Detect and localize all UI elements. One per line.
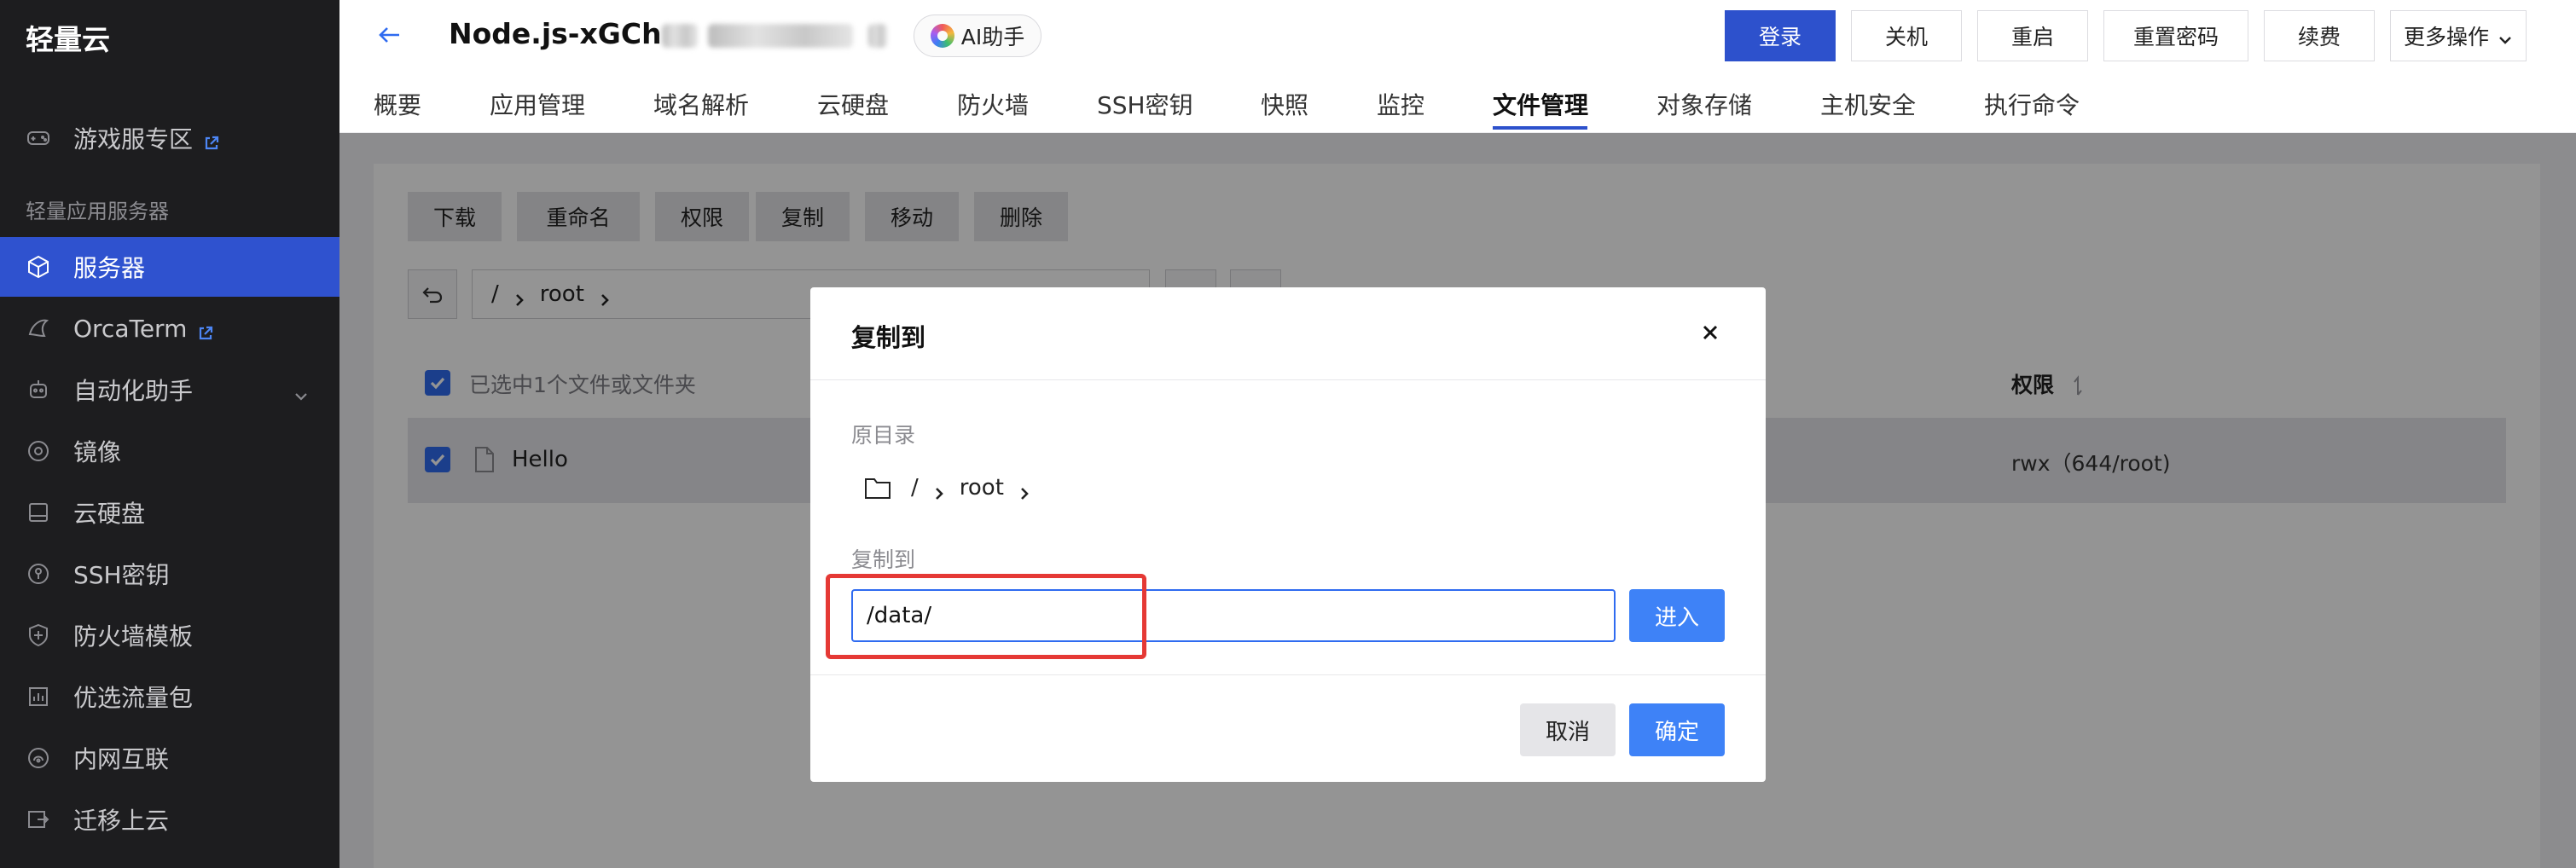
tab-object-storage[interactable]: 对象存储 [1656,87,1752,121]
sidebar-item-intranet[interactable]: 内网互联 [0,728,339,788]
tab-host-security[interactable]: 主机安全 [1820,87,1916,121]
sidebar-item-label: 服务器 [73,254,146,282]
sidebar-item-game-zone[interactable]: 游戏服专区 [0,108,339,168]
chevron-down-icon [2498,28,2513,44]
external-link-icon [203,130,220,150]
gamepad-icon [26,125,51,151]
tab-dns[interactable]: 域名解析 [653,87,749,121]
sidebar-item-traffic-pack[interactable]: 优选流量包 [0,667,339,726]
tab-ssh-key[interactable]: SSH密钥 [1097,87,1193,121]
cube-icon [26,254,51,280]
chevron-right-icon [932,481,946,500]
shutdown-button[interactable]: 关机 [1851,10,1962,61]
sidebar-group-label: 轻量应用服务器 [26,200,169,223]
ai-assistant-label: AI助手 [960,25,1025,49]
tab-monitor[interactable]: 监控 [1377,87,1424,121]
divider [810,674,1766,675]
sidebar-item-label: SSH密钥 [73,561,170,589]
orca-icon [26,315,51,341]
blurred-text [662,24,698,48]
tab-snapshot[interactable]: 快照 [1261,87,1308,121]
app-logo: 轻量云 [26,23,110,56]
sidebar-item-label: 云硬盘 [73,500,146,528]
sidebar-item-ssh-key[interactable]: SSH密钥 [0,544,339,604]
sidebar-item-label: 优选流量包 [73,684,194,712]
back-arrow-icon[interactable] [375,20,404,49]
page-title: Node.js-xGCh [449,17,662,50]
disc-icon [26,438,51,464]
dialog-title: 复制到 [851,323,926,352]
restart-button[interactable]: 重启 [1977,10,2088,61]
sidebar: 轻量云 游戏服专区 轻量应用服务器 服务器 OrcaTerm 自动化助手 镜像 … [0,0,339,868]
sidebar-item-label: 防火墙模板 [73,622,194,651]
tab-bar: 概要 应用管理 域名解析 云硬盘 防火墙 SSH密钥 快照 监控 文件管理 对象… [339,82,2576,133]
key-icon [26,561,51,587]
confirm-button[interactable]: 确定 [1629,703,1725,756]
close-icon[interactable] [1699,321,1721,344]
cancel-button[interactable]: 取消 [1520,703,1616,756]
sidebar-item-image[interactable]: 镜像 [0,421,339,481]
sidebar-item-label: 镜像 [73,438,122,466]
chevron-right-icon [1018,481,1031,500]
tab-cloud-disk[interactable]: 云硬盘 [817,87,889,121]
shield-icon [26,622,51,648]
tab-app-management[interactable]: 应用管理 [490,87,585,121]
source-label: 原目录 [851,423,916,448]
tab-firewall[interactable]: 防火墙 [957,87,1029,121]
sidebar-item-server[interactable]: 服务器 [0,237,339,297]
sidebar-item-orcaterm[interactable]: OrcaTerm [0,298,339,358]
robot-icon [26,377,51,402]
network-icon [26,745,51,771]
disk-icon [26,500,51,525]
migrate-icon [26,807,51,832]
active-tab-indicator [1493,126,1587,130]
source-path: / root [863,475,1045,501]
bar-chart-icon [26,684,51,709]
blurred-text [708,24,853,48]
chevron-down-icon [293,382,309,401]
target-label: 复制到 [851,547,916,572]
source-path-item[interactable]: root [960,475,1004,501]
tab-run-command[interactable]: 执行命令 [1984,87,2080,121]
source-path-root[interactable]: / [911,475,919,501]
more-actions-label: 更多操作 [2403,25,2489,49]
ai-assistant-icon [930,24,954,48]
ai-assistant-button[interactable]: AI助手 [914,14,1041,57]
divider [810,379,1766,380]
sidebar-item-label: 游戏服专区 [73,125,194,153]
sidebar-item-label: 自动化助手 [73,377,194,405]
highlight-box [826,574,1146,659]
more-actions-button[interactable]: 更多操作 [2390,10,2527,61]
sidebar-item-label: 迁移上云 [73,807,170,835]
sidebar-item-cloud-disk[interactable]: 云硬盘 [0,483,339,542]
folder-icon [863,475,892,501]
external-link-icon [197,320,214,340]
sidebar-item-label: 内网互联 [73,745,170,773]
sidebar-item-migrate[interactable]: 迁移上云 [0,790,339,849]
reset-password-button[interactable]: 重置密码 [2103,10,2248,61]
login-button[interactable]: 登录 [1725,10,1836,61]
sidebar-item-automation[interactable]: 自动化助手 [0,360,339,420]
sidebar-item-firewall-template[interactable]: 防火墙模板 [0,605,339,665]
blurred-text [868,24,887,48]
tab-overview[interactable]: 概要 [374,87,421,121]
enter-button[interactable]: 进入 [1629,589,1725,642]
renew-button[interactable]: 续费 [2264,10,2375,61]
copy-to-dialog: 复制到 原目录 / root 复制到 进入 取消 确定 [810,287,1766,782]
tab-file-management[interactable]: 文件管理 [1493,87,1588,121]
sidebar-item-label: OrcaTerm [73,314,188,343]
